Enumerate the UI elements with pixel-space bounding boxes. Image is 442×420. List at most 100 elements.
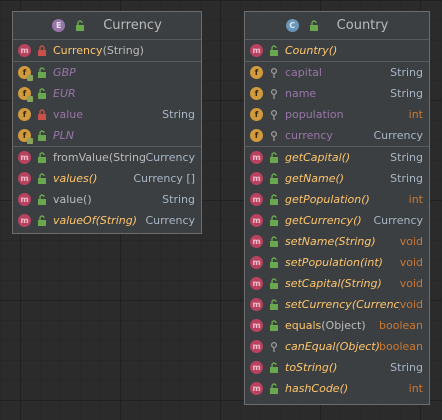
member-name: getCapital [285, 151, 342, 164]
pin-icon [269, 341, 279, 353]
method-row[interactable]: m canEqual(Object) boolean [245, 336, 429, 357]
field-icon: f [250, 87, 263, 100]
methods-section: m fromValue(String) Currency m values() … [13, 147, 201, 231]
unlock-icon [269, 172, 279, 185]
method-icon: m [18, 214, 31, 227]
currency-enum-box[interactable]: E Currency m Currency(String) f GBP f EU… [12, 11, 202, 234]
method-row[interactable]: m setCapital(String) void [245, 273, 429, 294]
unlock-icon [37, 193, 47, 206]
member-type: int [408, 382, 423, 395]
fields-section: f capital String f name String f populat… [245, 62, 429, 147]
member-type: String [390, 66, 423, 79]
field-row[interactable]: f EUR [13, 83, 201, 104]
member-name: PLN [53, 129, 74, 142]
member-type: boolean [379, 319, 423, 332]
member-params: (Object) [335, 340, 380, 353]
method-row[interactable]: m setPopulation(int) void [245, 252, 429, 273]
member-name: valueOf [53, 214, 96, 227]
method-row[interactable]: m setName(String) void [245, 231, 429, 252]
member-type: Currency [373, 129, 423, 142]
member-params: (String) [95, 214, 137, 227]
member-name: equals [285, 319, 322, 332]
field-icon: f [250, 66, 263, 79]
method-row[interactable]: m getName() String [245, 168, 429, 189]
member-name: name [285, 87, 317, 100]
pin-icon [269, 67, 279, 79]
field-row[interactable]: f PLN [13, 125, 201, 146]
member-name: getName [285, 172, 336, 185]
member-type: String [162, 108, 195, 121]
member-params: (Object) [321, 319, 366, 332]
unlock-icon [75, 19, 85, 32]
member-name: EUR [53, 87, 76, 100]
unlock-icon [269, 319, 279, 332]
field-row[interactable]: f value String [13, 104, 201, 125]
method-icon: m [18, 193, 31, 206]
member-params: () [328, 361, 338, 374]
constructor-row[interactable]: m Currency(String) [13, 40, 201, 61]
method-icon: m [250, 151, 263, 164]
member-params: () [353, 214, 362, 227]
method-row[interactable]: m getCurrency() Currency [245, 210, 429, 231]
method-row[interactable]: m fromValue(String) Currency [13, 147, 201, 168]
member-params: (int) [360, 256, 383, 269]
method-row[interactable]: m values() Currency [] [13, 168, 201, 189]
method-row[interactable]: m getPopulation() int [245, 189, 429, 210]
member-params: () [339, 382, 349, 395]
member-type: String [390, 151, 423, 164]
unlock-icon [37, 129, 47, 142]
method-row[interactable]: m valueOf(String) Currency [13, 210, 201, 231]
unlock-icon [269, 361, 279, 374]
unlock-icon [37, 151, 47, 164]
field-row[interactable]: f currency Currency [245, 125, 429, 146]
field-row[interactable]: f GBP [13, 62, 201, 83]
method-icon: m [250, 298, 263, 311]
member-type: Currency [373, 214, 423, 227]
constructor-row[interactable]: m Country() [245, 40, 429, 61]
country-class-box[interactable]: C Country m Country() f capital String f… [244, 11, 430, 405]
enum-icon: E [52, 19, 66, 32]
method-row[interactable]: m setCurrency(Currency) void [245, 294, 429, 315]
method-icon: m [250, 361, 263, 374]
unlock-icon [269, 214, 279, 227]
member-type: void [399, 298, 423, 311]
unlock-icon [37, 172, 47, 185]
field-row[interactable]: f name String [245, 83, 429, 104]
member-name: fromValue [53, 151, 109, 164]
method-row[interactable]: m hashCode() int [245, 378, 429, 399]
lock-icon [37, 108, 47, 121]
field-row[interactable]: f capital String [245, 62, 429, 83]
field-icon: f [250, 129, 263, 142]
member-type: Currency [145, 151, 195, 164]
pin-icon [269, 109, 279, 121]
class-title: Currency [103, 18, 162, 33]
member-name: currency [285, 129, 333, 142]
method-row[interactable]: m getCapital() String [245, 147, 429, 168]
member-type: int [408, 108, 423, 121]
method-row[interactable]: m value() String [13, 189, 201, 210]
method-icon: m [250, 214, 263, 227]
unlock-icon [269, 151, 279, 164]
member-type: String [162, 193, 195, 206]
method-icon: m [18, 151, 31, 164]
class-icon: C [285, 19, 299, 32]
member-name: values [53, 172, 89, 185]
member-name: toString [285, 361, 329, 374]
field-row[interactable]: f population int [245, 104, 429, 125]
member-params: (String) [334, 235, 376, 248]
method-row[interactable]: m toString() String [245, 357, 429, 378]
member-name: value [53, 108, 84, 121]
unlock-icon [269, 193, 279, 206]
member-type: Currency [] [133, 172, 195, 185]
method-icon: m [250, 256, 263, 269]
member-params: (String) [102, 44, 144, 57]
method-icon: m [250, 172, 263, 185]
method-icon: m [250, 340, 263, 353]
member-type: void [399, 235, 423, 248]
method-row[interactable]: m equals(Object) boolean [245, 315, 429, 336]
method-icon: m [250, 319, 263, 332]
member-params: () [328, 44, 338, 57]
unlock-icon [309, 19, 319, 32]
member-type: String [390, 361, 423, 374]
field-icon: f [18, 129, 33, 144]
